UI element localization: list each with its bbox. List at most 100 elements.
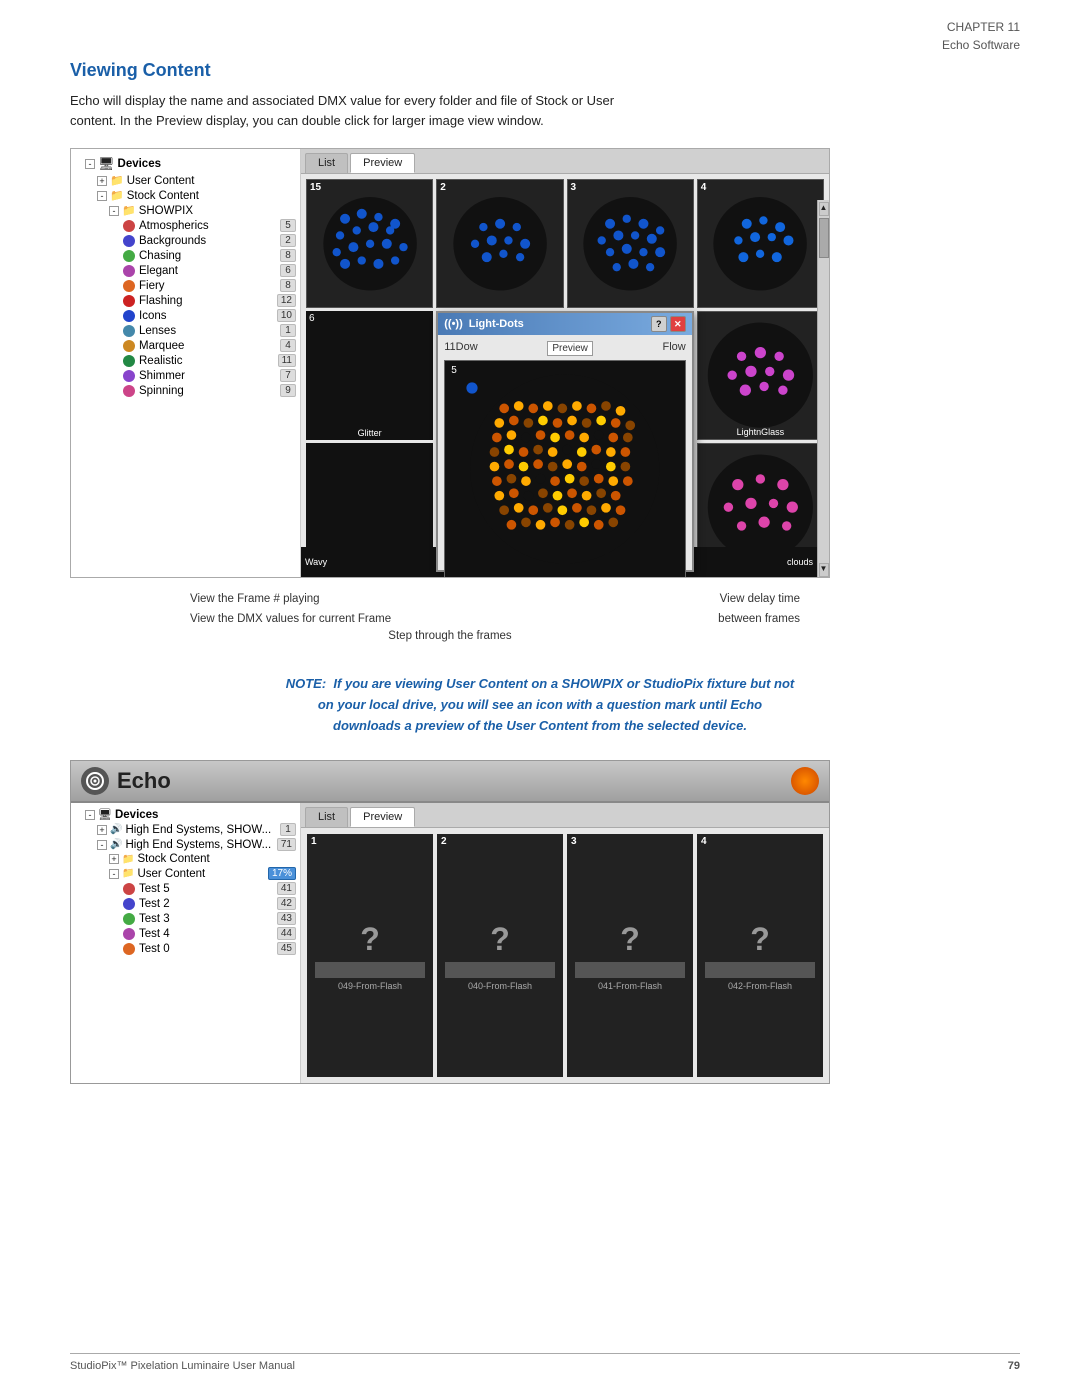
scroll-down[interactable]: ▼ bbox=[819, 563, 829, 577]
echo-hes1-label: High End Systems, SHOW... bbox=[125, 824, 271, 836]
ann-left: View the Frame # playing View the DMX va… bbox=[190, 590, 391, 629]
echo-stock-label: Stock Content bbox=[137, 853, 209, 865]
echo-expand-hes2[interactable]: - bbox=[97, 840, 107, 850]
echo-hes1[interactable]: + 🔊 High End Systems, SHOW... 1 bbox=[71, 822, 300, 837]
tree-icons-icon bbox=[123, 310, 135, 322]
tree-user-content[interactable]: + 📁 User Content bbox=[71, 173, 300, 188]
tree-marquee[interactable]: Marquee 4 bbox=[71, 338, 300, 353]
tree-icons-badge: 10 bbox=[277, 309, 296, 322]
dialog-help-btn[interactable]: ? bbox=[651, 316, 667, 332]
main-content: Viewing Content Echo will display the na… bbox=[0, 0, 1080, 1140]
tree-root: - 🖥 Devices bbox=[71, 155, 300, 173]
echo-test0[interactable]: Test 0 45 bbox=[71, 941, 300, 956]
tree-realistic-icon bbox=[123, 355, 135, 367]
tree-realistic[interactable]: Realistic 11 bbox=[71, 353, 300, 368]
echo-test2-label: Test 2 bbox=[139, 898, 170, 910]
echo-test2[interactable]: Test 2 42 bbox=[71, 896, 300, 911]
echo-expand-stock[interactable]: + bbox=[109, 854, 119, 864]
tree-root-label: Devices bbox=[118, 158, 161, 170]
tree-shimmer[interactable]: Shimmer 7 bbox=[71, 368, 300, 383]
echo-logo-icon bbox=[81, 767, 109, 795]
note-block: NOTE: If you are viewing User Content on… bbox=[70, 674, 1010, 736]
tree-lenses[interactable]: Lenses 1 bbox=[71, 323, 300, 338]
echo-preview-cell-2[interactable]: 2 ? 040-From-Flash bbox=[437, 834, 563, 1077]
ann-step: Step through the frames bbox=[388, 630, 511, 642]
dialog-close-btn[interactable]: ✕ bbox=[670, 316, 686, 332]
tree-icons[interactable]: Icons 10 bbox=[71, 308, 300, 323]
tab-list[interactable]: List bbox=[305, 153, 348, 173]
echo-expand-user[interactable]: - bbox=[109, 869, 119, 879]
preview-scrollbar[interactable]: ▲ ▼ bbox=[817, 200, 829, 577]
preview-panel: List Preview 15 bbox=[301, 149, 829, 577]
echo-expand-hes1[interactable]: + bbox=[97, 825, 107, 835]
tree-backgrounds[interactable]: Backgrounds 2 bbox=[71, 233, 300, 248]
tree-marquee-badge: 4 bbox=[280, 339, 296, 352]
echo-cell4-qmark: ? bbox=[750, 921, 770, 958]
tree-flashing[interactable]: Flashing 12 bbox=[71, 293, 300, 308]
tree-spinning-badge: 9 bbox=[280, 384, 296, 397]
echo-preview-cell-3[interactable]: 3 ? 041-From-Flash bbox=[567, 834, 693, 1077]
echo-test5[interactable]: Test 5 41 bbox=[71, 881, 300, 896]
echo-stock[interactable]: + 📁 Stock Content bbox=[71, 852, 300, 866]
preview-cell-3[interactable]: 3 bbox=[567, 179, 694, 308]
dialog-header-right: Flow bbox=[663, 341, 686, 356]
scroll-thumb[interactable] bbox=[819, 218, 829, 258]
preview-cell-1[interactable]: 15 bbox=[306, 179, 433, 308]
echo-tab-preview[interactable]: Preview bbox=[350, 807, 415, 827]
echo-test3[interactable]: Test 3 43 bbox=[71, 911, 300, 926]
echo-hes2[interactable]: - 🔊 High End Systems, SHOW... 71 bbox=[71, 837, 300, 852]
echo-preview-cell-1[interactable]: 1 ? 049-From-Flash bbox=[307, 834, 433, 1077]
tree-expand-stock[interactable]: - bbox=[97, 191, 107, 201]
echo-cell3-qmark: ? bbox=[620, 921, 640, 958]
scroll-up[interactable]: ▲ bbox=[819, 202, 829, 216]
tree-showpix[interactable]: - 📁 SHOWPIX bbox=[71, 203, 300, 218]
dialog-title: Light-Dots bbox=[469, 318, 524, 330]
tree-shimmer-icon bbox=[123, 370, 135, 382]
preview-lightnglass-cell[interactable]: LightnGlass bbox=[697, 311, 824, 440]
ann-step-label: Step through the frames bbox=[388, 630, 511, 642]
tree-marquee-icon bbox=[123, 340, 135, 352]
tree-atmospherics[interactable]: Atmospherics 5 bbox=[71, 218, 300, 233]
echo-user[interactable]: - 📁 User Content 17% bbox=[71, 866, 300, 881]
tree-stock-content[interactable]: - 📁 Stock Content bbox=[71, 188, 300, 203]
echo-preview-panel: List Preview 1 ? 049-From-Flash 2 ? bbox=[301, 803, 829, 1083]
tree-expand-showpix[interactable]: - bbox=[109, 206, 119, 216]
page-footer: StudioPix™ Pixelation Luminaire User Man… bbox=[70, 1353, 1020, 1372]
tree-expand-devices[interactable]: - bbox=[85, 159, 95, 169]
echo-test0-label: Test 0 bbox=[139, 943, 170, 955]
echo-test0-icon bbox=[123, 943, 135, 955]
tree-chasing[interactable]: Chasing 8 bbox=[71, 248, 300, 263]
echo-test4[interactable]: Test 4 44 bbox=[71, 926, 300, 941]
tree-spinning[interactable]: Spinning 9 bbox=[71, 383, 300, 398]
tree-expand-user[interactable]: + bbox=[97, 176, 107, 186]
echo-preview-cell-4[interactable]: 4 ? 042-From-Flash bbox=[697, 834, 823, 1077]
preview-glitter-cell[interactable]: 6 Glitter bbox=[306, 311, 433, 440]
wavy-label-cell: Wavy bbox=[301, 547, 432, 577]
tree-backgrounds-icon bbox=[123, 235, 135, 247]
ann-right: View delay time between frames bbox=[718, 590, 800, 629]
tree-elegant[interactable]: Elegant 6 bbox=[71, 263, 300, 278]
chapter-label: CHAPTER 11 bbox=[942, 18, 1020, 36]
echo-test2-icon bbox=[123, 898, 135, 910]
ann-dmx: View the DMX values for current Frame bbox=[190, 610, 391, 630]
tree-flashing-icon bbox=[123, 295, 135, 307]
echo-test3-icon bbox=[123, 913, 135, 925]
dialog-preview-label: Preview bbox=[547, 341, 593, 356]
tree-fiery[interactable]: Fiery 8 bbox=[71, 278, 300, 293]
intro-line1: Echo will display the name and associate… bbox=[70, 91, 1010, 111]
tab-preview[interactable]: Preview bbox=[350, 153, 415, 173]
echo-expand-root[interactable]: - bbox=[85, 810, 95, 820]
echo-tab-list[interactable]: List bbox=[305, 807, 348, 827]
preview-cell-4[interactable]: 4 bbox=[697, 179, 824, 308]
tree-chasing-label: Chasing bbox=[139, 250, 181, 262]
echo-user-badge: 17% bbox=[268, 867, 296, 880]
dialog-preview-area: 5 bbox=[444, 360, 686, 577]
preview-cell-2[interactable]: 2 bbox=[436, 179, 563, 308]
tree-chasing-icon bbox=[123, 250, 135, 262]
echo-cell4-num: 4 bbox=[701, 836, 707, 847]
echo-user-label: User Content bbox=[137, 868, 205, 880]
tree-fiery-icon bbox=[123, 280, 135, 292]
echo-cell1-bar bbox=[315, 962, 425, 978]
tab-bar: List Preview bbox=[301, 149, 829, 174]
note-text1: If you are viewing User Content on a SHO… bbox=[333, 676, 794, 691]
